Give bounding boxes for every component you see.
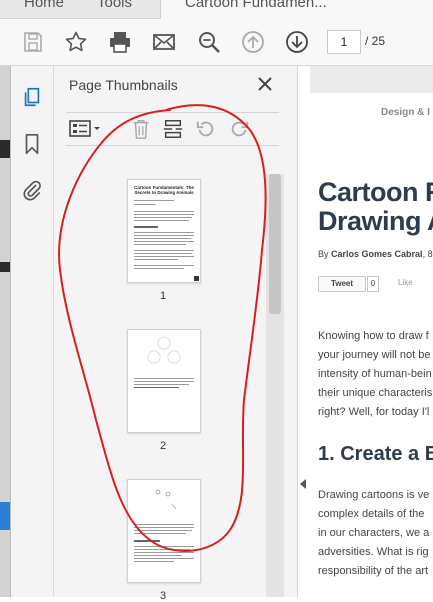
thumbnail-page-number: 1 xyxy=(159,290,167,302)
bookmark-star-icon[interactable] xyxy=(63,29,89,55)
email-icon[interactable] xyxy=(151,29,177,55)
paragraph-line: right? Well, for today I'l xyxy=(318,406,430,418)
tab-document[interactable]: Cartoon Fundamen... xyxy=(160,0,433,19)
navigation-rail xyxy=(11,66,54,597)
section-heading: 1. Create a B xyxy=(318,443,433,465)
document-page: Design & I Cartoon F Drawing A By Carlos… xyxy=(310,93,433,597)
tab-bar: Home Tools Cartoon Fundamen... xyxy=(0,0,433,19)
panel-title: Page Thumbnails xyxy=(69,77,178,93)
bookmarks-icon[interactable] xyxy=(19,131,45,157)
thumbnail-page-number: 3 xyxy=(159,590,167,602)
document-title-line-2: Drawing A xyxy=(318,206,433,236)
paragraph-line: adversities. What is rig xyxy=(318,546,429,558)
byline-prefix: By xyxy=(318,249,332,259)
save-icon[interactable] xyxy=(20,29,46,55)
paragraph-line: in our characters, we a xyxy=(318,527,430,539)
page-number-input[interactable]: 1 xyxy=(327,30,361,54)
collapse-panel-icon[interactable] xyxy=(297,476,309,492)
thumbnail-toolbar xyxy=(66,112,279,146)
delete-page-icon[interactable] xyxy=(130,117,152,141)
document-title-line-1: Cartoon F xyxy=(318,177,433,207)
rotate-counterclockwise-icon[interactable] xyxy=(195,117,217,141)
background-window-edge xyxy=(0,66,11,597)
edge-mark xyxy=(0,140,10,158)
byline-suffix: , 8 xyxy=(422,249,433,259)
paragraph-line: complex details of the xyxy=(318,508,425,520)
print-icon[interactable] xyxy=(107,29,133,55)
zoom-icon[interactable] xyxy=(196,29,222,55)
page-thumbnails-icon[interactable] xyxy=(19,84,45,110)
paragraph-line: Drawing cartoons is ve xyxy=(318,489,430,501)
tweet-count: 0 xyxy=(367,276,379,292)
page-down-icon[interactable] xyxy=(284,29,310,55)
page-thumbnail-3[interactable] xyxy=(127,479,201,583)
close-icon[interactable] xyxy=(256,75,274,93)
paragraph-line: intensity of human-bein xyxy=(318,368,432,380)
main-toolbar: 1 / 25 xyxy=(0,19,433,66)
attachments-icon[interactable] xyxy=(19,177,45,203)
page-thumbnail-2[interactable] xyxy=(127,329,201,433)
paragraph-line: responsibility of the art xyxy=(318,565,429,577)
scrollbar-thumb[interactable] xyxy=(269,174,281,314)
document-category: Design & I xyxy=(381,107,430,118)
thumbnail-heading: Cartoon Fundamentals: The Secrets to Dra… xyxy=(134,185,194,195)
paragraph-line: Knowing how to draw f xyxy=(318,330,429,342)
thumbnail-page-number: 2 xyxy=(159,440,167,452)
page-total: / 25 xyxy=(365,34,386,48)
edge-mark xyxy=(0,262,10,272)
page-up-icon[interactable] xyxy=(240,29,266,55)
thumbnail-options-icon[interactable] xyxy=(68,117,102,141)
rotate-clockwise-icon[interactable] xyxy=(228,117,250,141)
paragraph-line: their unique characteris xyxy=(318,387,433,399)
document-byline: By Carlos Gomes Cabral, 8 xyxy=(318,249,433,259)
page-thumbnails-panel: Page Thumbnails Cartoon Fundamentals: Th… xyxy=(54,66,298,602)
tab-home[interactable]: Home xyxy=(24,0,64,11)
edge-mark xyxy=(0,502,10,530)
tab-tools[interactable]: Tools xyxy=(97,0,132,11)
tab-document-label: Cartoon Fundamen... xyxy=(185,0,327,11)
page-thumbnail-1[interactable]: Cartoon Fundamentals: The Secrets to Dra… xyxy=(127,179,201,283)
paragraph-line: your journey will not be xyxy=(318,349,431,361)
byline-author[interactable]: Carlos Gomes Cabral xyxy=(331,249,423,259)
like-button[interactable]: Like xyxy=(398,278,413,287)
tweet-button[interactable]: Tweet xyxy=(318,276,366,292)
insert-page-icon[interactable] xyxy=(162,117,184,141)
thumbnail-illustration xyxy=(155,489,177,510)
thumbnails-scrollbar[interactable] xyxy=(266,174,284,597)
